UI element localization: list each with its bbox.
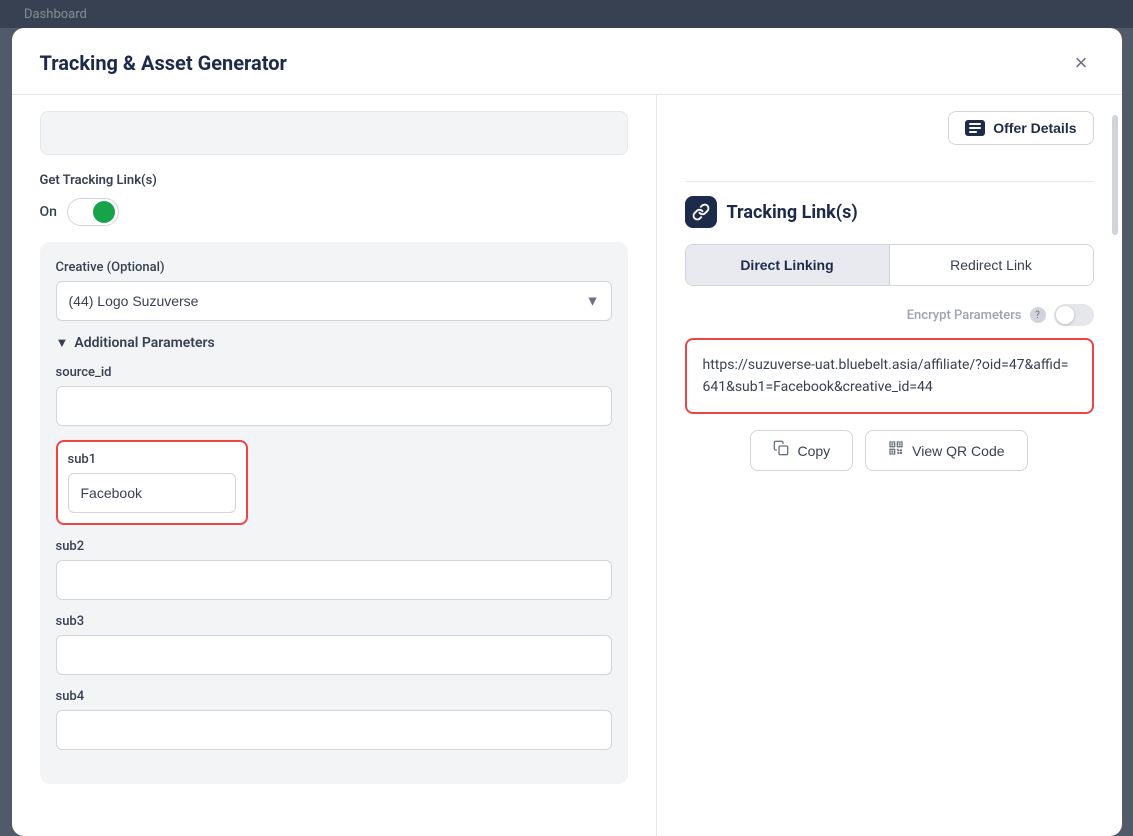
encrypt-thumb [1056, 306, 1074, 324]
scrollbar[interactable] [1110, 95, 1118, 836]
toggle-track [67, 198, 119, 226]
tracking-url: https://suzuverse-uat.bluebelt.asia/affi… [703, 357, 1069, 395]
sub1-highlighted-box: sub1 [56, 440, 248, 525]
additional-params-title: Additional Parameters [74, 335, 214, 351]
tab-row: Direct Linking Redirect Link [685, 244, 1094, 286]
link-icon [685, 196, 717, 228]
additional-params-header[interactable]: ▼ Additional Parameters [56, 335, 612, 351]
toggle-on-label: On [40, 204, 57, 220]
creative-select-wrapper: (44) Logo Suzuverse ▼ [56, 281, 612, 321]
view-qr-button[interactable]: View QR Code [865, 430, 1027, 471]
tab-direct-linking[interactable]: Direct Linking [686, 245, 890, 285]
left-panel: Get Tracking Link(s) On Creative (Option… [12, 95, 657, 836]
sub2-input[interactable] [56, 560, 612, 600]
sub1-input[interactable] [68, 473, 236, 513]
tracking-link-title: Tracking Link(s) [727, 202, 858, 223]
modal-body: Get Tracking Link(s) On Creative (Option… [12, 95, 1122, 836]
action-row: Copy [685, 430, 1094, 471]
tracking-toggle[interactable] [67, 198, 119, 226]
source-id-input[interactable] [56, 386, 612, 426]
sub4-label: sub4 [56, 689, 612, 704]
offer-details-row: Offer Details [685, 111, 1094, 163]
encrypt-row: Encrypt Parameters ? [685, 304, 1094, 326]
source-id-label: source_id [56, 365, 612, 380]
tab-direct-label: Direct Linking [740, 257, 833, 273]
toggle-thumb [93, 201, 115, 223]
qr-label: View QR Code [912, 443, 1004, 459]
scrollbar-thumb [1112, 115, 1118, 235]
modal-header: Tracking & Asset Generator × [12, 28, 1122, 95]
sub4-input[interactable] [56, 710, 612, 750]
modal-title: Tracking & Asset Generator [40, 51, 287, 75]
modal-overlay: Tracking & Asset Generator × Get Trackin… [0, 0, 1133, 836]
get-tracking-label: Get Tracking Link(s) [40, 173, 628, 188]
toggle-row: On [40, 198, 628, 226]
offer-details-label: Offer Details [993, 120, 1076, 136]
copy-label: Copy [797, 443, 830, 459]
section-box: Creative (Optional) (44) Logo Suzuverse … [40, 242, 628, 784]
tab-redirect-link[interactable]: Redirect Link [890, 245, 1093, 285]
creative-select[interactable]: (44) Logo Suzuverse [56, 281, 612, 321]
close-button[interactable]: × [1069, 50, 1094, 76]
tracking-link-section: Tracking Link(s) Direct Linking Redirect… [685, 181, 1094, 471]
sub3-label: sub3 [56, 614, 612, 629]
sub4-group: sub4 [56, 689, 612, 750]
encrypt-toggle[interactable] [1054, 304, 1094, 326]
right-panel: Offer Details Tracking Link(s) [657, 95, 1122, 836]
top-bar-placeholder [40, 111, 628, 155]
creative-label: Creative (Optional) [56, 260, 612, 275]
sub1-label: sub1 [68, 452, 236, 467]
encrypt-label: Encrypt Parameters [907, 308, 1022, 323]
chevron-icon: ▼ [56, 335, 69, 351]
copy-button[interactable]: Copy [750, 430, 853, 471]
sub3-group: sub3 [56, 614, 612, 675]
tab-redirect-label: Redirect Link [950, 257, 1032, 273]
copy-icon [773, 440, 789, 461]
sub2-label: sub2 [56, 539, 612, 554]
offer-details-button[interactable]: Offer Details [948, 111, 1093, 145]
offer-icon [965, 120, 985, 136]
tracking-link-header: Tracking Link(s) [685, 196, 1094, 228]
modal: Tracking & Asset Generator × Get Trackin… [12, 28, 1122, 836]
source-id-group: source_id [56, 365, 612, 426]
url-box: https://suzuverse-uat.bluebelt.asia/affi… [685, 338, 1094, 414]
qr-icon [888, 440, 904, 461]
help-icon[interactable]: ? [1030, 307, 1046, 323]
sub3-input[interactable] [56, 635, 612, 675]
sub2-group: sub2 [56, 539, 612, 600]
